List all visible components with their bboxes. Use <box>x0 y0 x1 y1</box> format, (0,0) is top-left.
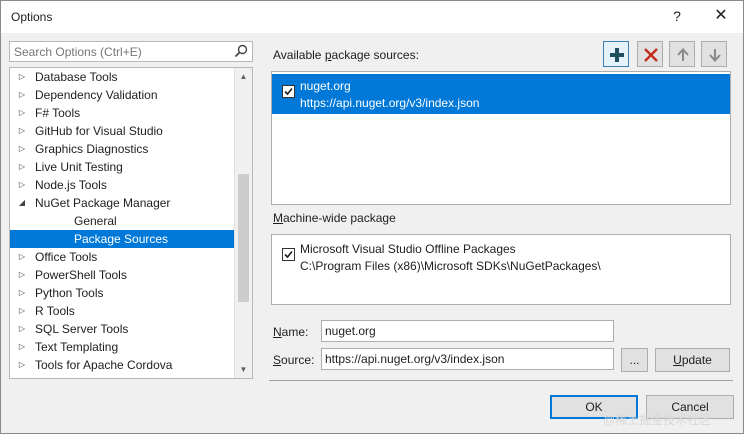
expand-arrow-icon[interactable]: ▷ <box>16 266 28 284</box>
tree-item-label: Node.js Tools <box>35 178 107 192</box>
expand-arrow-icon[interactable]: ▷ <box>16 158 28 176</box>
expand-arrow-icon[interactable]: ▷ <box>16 338 28 356</box>
expand-arrow-icon[interactable]: ▷ <box>16 86 28 104</box>
close-button[interactable]: ✕ <box>707 5 735 29</box>
tree-item-label: PowerShell Tools <box>35 268 127 282</box>
source-checkbox[interactable] <box>282 85 295 98</box>
expand-arrow-icon[interactable]: ▷ <box>16 140 28 158</box>
tree-item-label: F# Tools <box>35 106 81 120</box>
source-field[interactable] <box>321 348 614 370</box>
move-down-button[interactable] <box>701 41 727 67</box>
scroll-up-icon[interactable]: ▲ <box>235 68 252 85</box>
options-dialog: Options ? ✕ ▷ Tools for Apache Cordova ▷ Te… <box>0 0 744 434</box>
tree-scrollbar[interactable]: ▲ ▼ <box>234 68 252 378</box>
tree-item-label: Graphics Diagnostics <box>35 142 149 156</box>
source-label: Source: <box>273 353 315 367</box>
tree-item-label: Dependency Validation <box>35 88 158 102</box>
tree-item[interactable]: ▷ Python Tools <box>10 284 234 302</box>
tree-item[interactable]: ▷ Office Tools <box>10 248 234 266</box>
move-up-button[interactable] <box>669 41 695 67</box>
source-url: https://api.nuget.org/v3/index.json <box>300 96 480 110</box>
tree-item-label: Tools for Apache Cordova <box>35 358 173 372</box>
machine-wide-label: Machine-wide package <box>273 211 396 225</box>
name-label: Name: <box>273 325 309 339</box>
expand-arrow-icon[interactable]: ▷ <box>16 122 28 140</box>
tree-item-label: NuGet Package Manager <box>35 196 171 210</box>
add-icon <box>610 48 624 62</box>
available-sources-label: Available package sources: <box>273 48 419 62</box>
tree-item[interactable]: ▷ Dependency Validation <box>10 86 234 104</box>
expand-arrow-icon[interactable]: ▷ <box>16 284 28 302</box>
tree-item[interactable]: ▷ Node.js Tools <box>10 176 234 194</box>
tree-item-label: R Tools <box>35 304 75 318</box>
options-tree[interactable]: ▷ Tools for Apache Cordova ▷ Text Templatin… <box>9 67 253 379</box>
source-row-nuget[interactable]: nuget.org https://api.nuget.org/v3/index… <box>272 74 730 114</box>
tree-item[interactable]: ▷ F# Tools <box>10 104 234 122</box>
window-title: Options <box>11 10 53 24</box>
remove-source-button[interactable] <box>637 41 663 67</box>
tree-item[interactable]: ▷ Text Templating <box>10 338 234 356</box>
tree-item[interactable]: ▷ R Tools <box>10 302 234 320</box>
scroll-thumb[interactable] <box>238 174 249 302</box>
search-input[interactable] <box>10 42 230 61</box>
source-input[interactable] <box>322 349 613 369</box>
expand-arrow-icon[interactable]: ▷ <box>16 68 28 86</box>
tree-item-label: General <box>74 214 117 228</box>
tree-item-label: Office Tools <box>35 250 98 264</box>
tree-item[interactable]: ▷ Tools for Apache Cordova <box>10 356 234 374</box>
help-button[interactable]: ? <box>665 5 689 29</box>
tree-item-label: Package Sources <box>74 232 169 246</box>
add-source-button[interactable] <box>603 41 629 67</box>
expand-arrow-icon[interactable]: ▷ <box>16 176 28 194</box>
checkmark-icon <box>284 250 293 259</box>
source-name: nuget.org <box>300 79 351 93</box>
machine-source-path: C:\Program Files (x86)\Microsoft SDKs\Nu… <box>300 259 601 273</box>
tree-item[interactable]: ▷ Live Unit Testing <box>10 158 234 176</box>
tree-item-label: Python Tools <box>35 286 104 300</box>
search-options-box[interactable] <box>9 41 253 62</box>
remove-icon <box>644 48 658 62</box>
expand-arrow-icon[interactable]: ▷ <box>16 302 28 320</box>
tree-item[interactable]: ▷ PowerShell Tools <box>10 266 234 284</box>
footer-separator <box>269 380 733 381</box>
tree-item[interactable]: ▷ GitHub for Visual Studio <box>10 122 234 140</box>
machine-source-checkbox[interactable] <box>282 248 295 261</box>
tree-item[interactable]: ▷ SQL Server Tools <box>10 320 234 338</box>
available-sources-list[interactable]: nuget.org https://api.nuget.org/v3/index… <box>271 71 731 205</box>
tree-item-label: Live Unit Testing <box>35 160 123 174</box>
tree-item[interactable]: ▷ Graphics Diagnostics <box>10 140 234 158</box>
tree-item[interactable]: ▷ Database Tools <box>10 68 234 86</box>
tree-item[interactable]: General <box>10 212 234 230</box>
expand-arrow-icon[interactable]: ▷ <box>16 320 28 338</box>
arrow-up-icon <box>677 48 689 61</box>
expand-arrow-icon[interactable]: ▷ <box>16 104 28 122</box>
tree-item-label: Text Templating <box>35 340 119 354</box>
expand-arrow-icon[interactable]: ▷ <box>16 356 28 374</box>
tree-item[interactable]: Package Sources <box>10 230 234 248</box>
expand-arrow-icon[interactable]: ▷ <box>16 248 28 266</box>
name-field[interactable] <box>321 320 614 342</box>
collapse-arrow-icon[interactable]: ◢ <box>16 194 28 212</box>
machine-source-row[interactable]: Microsoft Visual Studio Offline Packages… <box>272 237 730 277</box>
tree-item-label: GitHub for Visual Studio <box>35 124 163 138</box>
update-button[interactable]: Update <box>655 348 730 372</box>
machine-source-name: Microsoft Visual Studio Offline Packages <box>300 242 516 256</box>
search-icon <box>234 44 248 58</box>
tree-item-label: SQL Server Tools <box>35 322 129 336</box>
tree-item-label: Database Tools <box>35 70 118 84</box>
machine-wide-list[interactable]: Microsoft Visual Studio Offline Packages… <box>271 234 731 305</box>
title-bar: Options ? ✕ <box>1 1 743 33</box>
name-input[interactable] <box>322 321 613 341</box>
scroll-down-icon[interactable]: ▼ <box>235 361 252 378</box>
checkmark-icon <box>284 87 293 96</box>
tree-item[interactable]: ◢ NuGet Package Manager <box>10 194 234 212</box>
arrow-down-icon <box>709 49 721 62</box>
browse-button[interactable]: ... <box>621 348 648 372</box>
watermark-text: @稀土掘金技术社区 <box>603 413 712 427</box>
